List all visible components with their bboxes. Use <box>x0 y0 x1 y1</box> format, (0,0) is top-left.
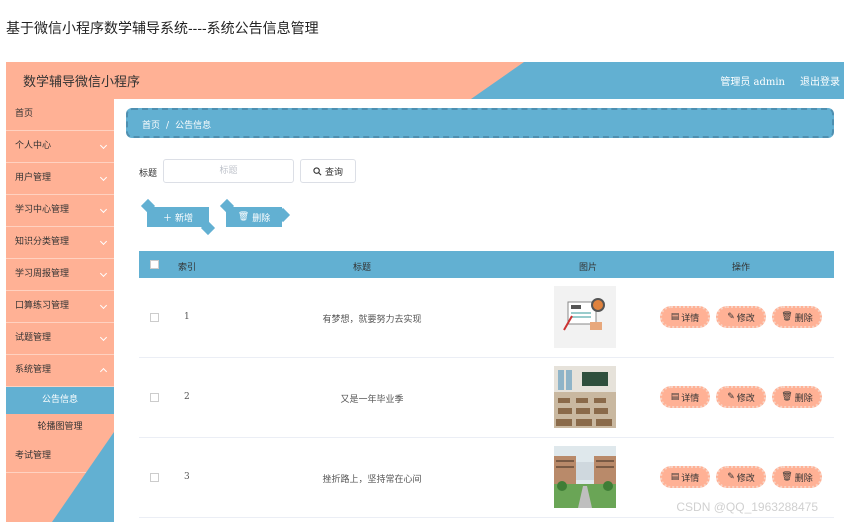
table-header: 索引 标题 图片 操作 <box>139 251 834 278</box>
row-title: 挫折路上，坚持常在心间 <box>322 475 422 485</box>
sidebar-item-mental-math[interactable]: 口算练习管理 <box>6 291 114 323</box>
decor-corner <box>275 207 291 223</box>
document-icon: ▤ <box>670 472 680 482</box>
row-index: 3 <box>184 472 190 482</box>
pencil-icon: ✎ <box>727 312 735 322</box>
sidebar-item-weekly-report[interactable]: 学习周报管理 <box>6 259 114 291</box>
pencil-icon: ✎ <box>727 392 735 402</box>
delete-button[interactable]: 🗑 删除 <box>772 386 822 408</box>
breadcrumb-separator: / <box>166 121 170 131</box>
edit-button[interactable]: ✎ 修改 <box>716 386 766 408</box>
top-header: 数学辅导微信小程序 管理员 admin 退出登录 <box>6 62 844 99</box>
search-icon <box>313 166 322 175</box>
admin-frame: 数学辅导微信小程序 管理员 admin 退出登录 首页 个人中心 用户管理 学习… <box>6 62 844 522</box>
document-icon: ▤ <box>670 312 680 322</box>
row-checkbox[interactable] <box>150 473 159 482</box>
campus-photo-image <box>554 446 616 508</box>
delete-button[interactable]: 🗑 删除 <box>772 306 822 328</box>
sidebar-item-questions[interactable]: 试题管理 <box>6 323 114 355</box>
page-caption: 基于微信小程序数学辅导系统----系统公告信息管理 <box>6 20 319 36</box>
header-image: 图片 <box>579 263 598 273</box>
news-illustration-image <box>554 286 616 348</box>
pencil-icon: ✎ <box>727 472 735 482</box>
header-operations: 操作 <box>732 263 751 273</box>
chevron-up-icon <box>99 367 108 376</box>
table-row: 2 又是一年毕业季 ▤ 详情 ✎ 修改 🗑 删除 <box>139 358 834 438</box>
decor-corner <box>219 198 235 214</box>
edit-button[interactable]: ✎ 修改 <box>716 466 766 488</box>
chevron-down-icon <box>99 141 108 150</box>
header-title: 标题 <box>353 263 372 273</box>
row-checkbox[interactable] <box>150 313 159 322</box>
trash-icon: 🗑 <box>781 392 793 402</box>
sidebar-item-system[interactable]: 系统管理 <box>6 355 114 387</box>
row-index: 2 <box>184 392 190 402</box>
chevron-down-icon <box>99 173 108 182</box>
chevron-down-icon <box>99 301 108 310</box>
sidebar-subitem-announcements[interactable]: 公告信息 <box>6 387 114 414</box>
breadcrumb-current: 公告信息 <box>175 121 212 131</box>
chevron-down-icon <box>99 269 108 278</box>
csdn-watermark: CSDN @QQ_1963288475 <box>676 500 818 514</box>
classroom-photo-image <box>554 366 616 428</box>
logout-link[interactable]: 退出登录 <box>800 73 840 88</box>
search-title-label: 标题 <box>139 169 158 179</box>
row-index: 1 <box>184 312 190 322</box>
row-title: 又是一年毕业季 <box>340 395 404 405</box>
row-checkbox[interactable] <box>150 393 159 402</box>
delete-selected-button[interactable]: 🗑 删除 <box>219 198 291 227</box>
add-button[interactable]: ＋新增 <box>140 198 216 236</box>
trash-icon: 🗑 <box>781 472 793 482</box>
plus-icon: ＋ <box>162 213 172 224</box>
admin-user-label: 管理员 admin <box>720 77 785 88</box>
delete-button[interactable]: 🗑 删除 <box>772 466 822 488</box>
sidebar-blue-wedge <box>52 432 114 522</box>
decor-corner <box>140 198 156 214</box>
announcements-table: 索引 标题 图片 操作 1 有梦想，就要努力去实现 ▤ 详情 ✎ 修改 🗑 删除… <box>139 251 834 518</box>
app-title: 数学辅导微信小程序 <box>23 75 141 90</box>
decor-corner <box>200 220 216 236</box>
chevron-down-icon <box>99 205 108 214</box>
breadcrumb-home[interactable]: 首页 <box>142 121 160 131</box>
row-title: 有梦想，就要努力去实现 <box>322 315 422 325</box>
breadcrumb: 首页 / 公告信息 <box>126 108 834 138</box>
query-button[interactable]: 查询 <box>300 159 356 183</box>
edit-button[interactable]: ✎ 修改 <box>716 306 766 328</box>
trash-icon: 🗑 <box>237 212 250 222</box>
sidebar-item-home[interactable]: 首页 <box>6 99 114 131</box>
chevron-down-icon <box>99 333 108 342</box>
header-index: 索引 <box>178 263 197 273</box>
select-all-checkbox[interactable] <box>150 260 159 269</box>
search-title-input[interactable] <box>163 159 294 183</box>
detail-button[interactable]: ▤ 详情 <box>660 386 710 408</box>
table-row: 1 有梦想，就要努力去实现 ▤ 详情 ✎ 修改 🗑 删除 <box>139 278 834 358</box>
detail-button[interactable]: ▤ 详情 <box>660 306 710 328</box>
sidebar: 首页 个人中心 用户管理 学习中心管理 知识分类管理 学习周报管理 口算练习管理… <box>6 99 114 522</box>
trash-icon: 🗑 <box>781 312 793 322</box>
chevron-down-icon <box>99 237 108 246</box>
sidebar-item-study-center[interactable]: 学习中心管理 <box>6 195 114 227</box>
main-content: 首页 / 公告信息 标题 查询 ＋新增 🗑删除 索引 标题 图片 操作 <box>114 99 844 522</box>
document-icon: ▤ <box>670 392 680 402</box>
sidebar-item-users[interactable]: 用户管理 <box>6 163 114 195</box>
sidebar-item-knowledge[interactable]: 知识分类管理 <box>6 227 114 259</box>
detail-button[interactable]: ▤ 详情 <box>660 466 710 488</box>
sidebar-item-profile[interactable]: 个人中心 <box>6 131 114 163</box>
